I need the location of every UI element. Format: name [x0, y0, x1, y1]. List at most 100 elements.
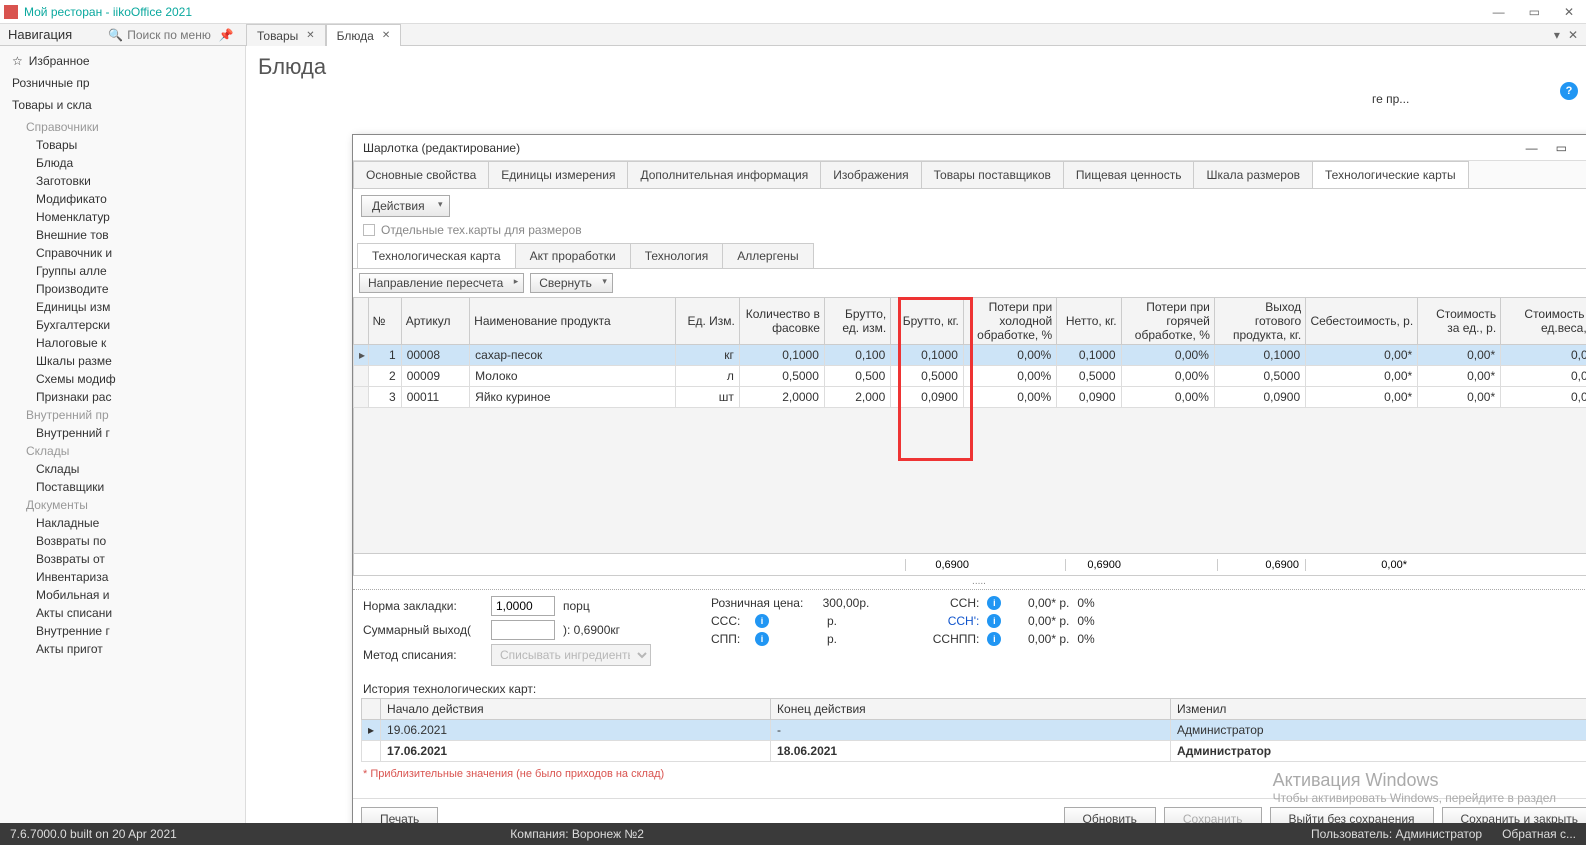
tree-item[interactable]: Акты пригот — [26, 640, 245, 658]
info-icon[interactable]: i — [987, 614, 1001, 628]
tree-item[interactable]: Склады — [26, 460, 245, 478]
col-header[interactable]: Потери при холодной обработке, % — [963, 298, 1056, 345]
tree-item[interactable]: Налоговые к — [26, 334, 245, 352]
dialog-tab[interactable]: Основные свойства — [353, 161, 489, 188]
link-a[interactable]: ге пр... — [1372, 92, 1409, 106]
table-row[interactable]: ▸100008сахар-песоккг0,10000,1000,10000,0… — [354, 345, 1586, 366]
tree-item[interactable]: Возвраты от — [26, 550, 245, 568]
info-icon[interactable]: i — [987, 596, 1001, 610]
tree-item[interactable]: Внутренний г — [26, 424, 245, 442]
table-row[interactable]: 200009Молокол0,50000,5000,50000,00%0,500… — [354, 366, 1586, 387]
content-area: Блюда ? ге пр... юлч... Шарлотка (редакт… — [246, 46, 1586, 823]
tree-item[interactable]: Блюда — [26, 154, 245, 172]
info-icon[interactable]: i — [755, 632, 769, 646]
history-grid[interactable]: Начало действия Конец действия Изменил ▸… — [361, 698, 1586, 762]
table-row[interactable]: 300011Яйко куриноешт2,00002,0000,09000,0… — [354, 387, 1586, 408]
pin-icon[interactable]: 📌 — [219, 28, 234, 42]
tree-group[interactable]: Документы — [26, 496, 245, 514]
retail-row[interactable]: Розничные пр — [0, 72, 245, 94]
col-header[interactable]: Артикул — [401, 298, 469, 345]
history-row[interactable]: 17.06.202118.06.2021Администратор — [362, 741, 1586, 762]
dialog-tab[interactable]: Единицы измерения — [488, 161, 628, 188]
history-row[interactable]: ▸19.06.2021-Администратор — [362, 720, 1586, 741]
sum-out-input[interactable] — [491, 620, 555, 640]
tree-item[interactable]: Признаки рас — [26, 388, 245, 406]
col-header[interactable]: Себестоимость, р. — [1306, 298, 1418, 345]
col-header[interactable]: Выход готового продукта, кг. — [1214, 298, 1305, 345]
sidebar: ☆ Избранное Розничные пр Товары и скла С… — [0, 46, 246, 823]
totals-row: 0,6900 0,6900 0,6900 0,00* — [353, 554, 1586, 576]
tree-item[interactable]: Возвраты по — [26, 532, 245, 550]
ingredients-grid[interactable]: №АртикулНаименование продуктаЕд. Изм.Кол… — [353, 297, 1586, 408]
tree-item[interactable]: Группы алле — [26, 262, 245, 280]
col-header[interactable]: Ед. Изм. — [675, 298, 739, 345]
goods-row[interactable]: Товары и скла — [0, 94, 245, 116]
norm-input[interactable] — [491, 596, 555, 616]
tree-item[interactable]: Бухгалтерски — [26, 316, 245, 334]
tree-item[interactable]: Схемы модиф — [26, 370, 245, 388]
tree-group[interactable]: Склады — [26, 442, 245, 460]
dialog-tab[interactable]: Шкала размеров — [1193, 161, 1313, 188]
col-header[interactable]: Наименование продукта — [470, 298, 675, 345]
tree-item[interactable]: Единицы изм — [26, 298, 245, 316]
tree-item[interactable]: Производите — [26, 280, 245, 298]
tree-item[interactable]: Товары — [26, 136, 245, 154]
sub-tab[interactable]: Технология — [630, 243, 724, 268]
method-select[interactable]: Списывать ингредиенты — [491, 644, 651, 666]
tree-item[interactable]: Номенклатур — [26, 208, 245, 226]
dialog-tab[interactable]: Дополнительная информация — [627, 161, 821, 188]
tree-item[interactable]: Поставщики — [26, 478, 245, 496]
dlg-minimize[interactable]: — — [1526, 141, 1538, 155]
dlg-maximize[interactable]: ▭ — [1556, 141, 1567, 155]
sub-tabs: Технологическая картаАкт проработкиТехно… — [353, 243, 1586, 269]
col-header[interactable]: Брутто, кг. — [891, 298, 964, 345]
col-header[interactable]: Количество в фасовке — [739, 298, 824, 345]
actions-button[interactable]: Действия — [361, 195, 450, 217]
tree-item[interactable]: Внешние тов — [26, 226, 245, 244]
tree-item[interactable]: Инвентариза — [26, 568, 245, 586]
close-icon[interactable]: ✕ — [382, 30, 390, 41]
sub-tab[interactable]: Акт проработки — [515, 243, 631, 268]
dialog-tab[interactable]: Технологические карты — [1312, 161, 1469, 188]
search-icon: 🔍 — [108, 28, 123, 42]
col-header[interactable]: Брутто, ед. изм. — [824, 298, 890, 345]
tree-item[interactable]: Акты списани — [26, 604, 245, 622]
dialog-tab[interactable]: Изображения — [820, 161, 921, 188]
col-header[interactable]: № — [368, 298, 401, 345]
col-header[interactable]: Потери при горячей обработке, % — [1121, 298, 1214, 345]
search-menu[interactable]: 🔍 Поиск по меню — [108, 28, 211, 42]
tree-item[interactable]: Справочник и — [26, 244, 245, 262]
col-header[interactable]: Стоимость за ед.веса, р. — [1501, 298, 1586, 345]
tree-item[interactable]: Мобильная и — [26, 586, 245, 604]
close-button[interactable]: ✕ — [1564, 5, 1574, 19]
tree-item[interactable]: Модификато — [26, 190, 245, 208]
tree-item[interactable]: Заготовки — [26, 172, 245, 190]
ribbon-dropdown-icon[interactable]: ▾ — [1554, 28, 1560, 42]
dialog-tab[interactable]: Пищевая ценность — [1063, 161, 1195, 188]
tree-item[interactable]: Внутренние г — [26, 622, 245, 640]
collapse-button[interactable]: Свернуть — [530, 273, 613, 293]
tree-item[interactable]: Накладные — [26, 514, 245, 532]
col-header[interactable]: Стоимость за ед., р. — [1418, 298, 1501, 345]
close-icon[interactable]: ✕ — [306, 30, 314, 41]
dialog-tab[interactable]: Товары поставщиков — [921, 161, 1064, 188]
nav-label: Навигация — [8, 27, 72, 42]
maximize-button[interactable]: ▭ — [1529, 5, 1540, 19]
dialog-titlebar: Шарлотка (редактирование) — ▭ ✕ — [353, 135, 1586, 161]
info-icon[interactable]: i — [987, 632, 1001, 646]
separate-checkbox[interactable] — [363, 224, 375, 236]
col-header[interactable]: Нетто, кг. — [1057, 298, 1121, 345]
info-icon[interactable]: i — [755, 614, 769, 628]
tab-dishes[interactable]: Блюда ✕ — [326, 24, 402, 46]
direction-button[interactable]: Направление пересчета — [359, 273, 524, 293]
sub-tab[interactable]: Технологическая карта — [357, 243, 516, 268]
tree-group[interactable]: Внутренний пр — [26, 406, 245, 424]
tab-goods[interactable]: Товары ✕ — [246, 24, 326, 46]
minimize-button[interactable]: — — [1493, 5, 1505, 19]
tree-group[interactable]: Справочники — [26, 118, 245, 136]
document-tabs: Товары ✕ Блюда ✕ — [246, 24, 401, 46]
sub-tab[interactable]: Аллергены — [722, 243, 813, 268]
ribbon-close-icon[interactable]: ✕ — [1568, 28, 1578, 42]
favorites-row[interactable]: ☆ Избранное — [0, 50, 245, 72]
tree-item[interactable]: Шкалы разме — [26, 352, 245, 370]
